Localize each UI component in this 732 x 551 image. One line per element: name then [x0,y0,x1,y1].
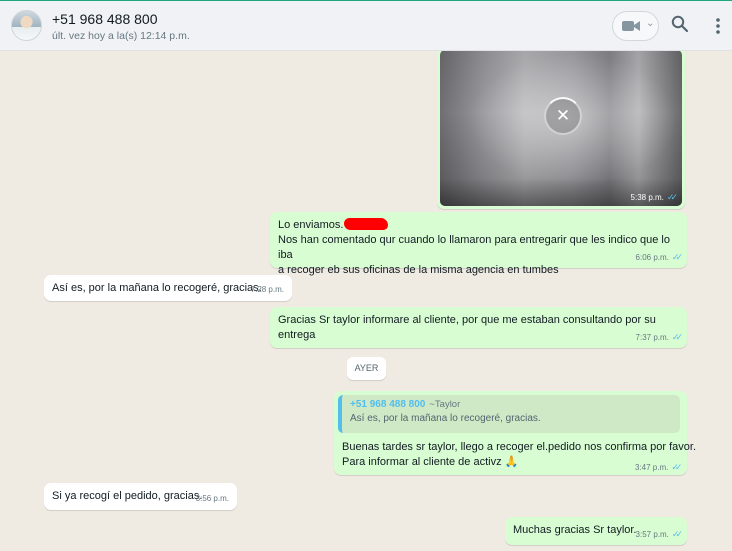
chat-header: +51 968 488 800 últ. vez hoy a la(s) 12:… [0,0,732,51]
read-receipt-icon: ✓✓ [671,252,683,262]
message-text: Buenas tardes sr taylor, llego a recoger… [342,441,697,453]
message-time: 5:38 p.m. ✓✓ [630,192,679,202]
message-text: Nos han comentado qur cuando lo llamaron… [278,234,670,261]
message-time: 6:06 p.m. ✓✓ [636,250,684,265]
cancel-download-button[interactable]: ✕ [544,97,582,135]
more-vertical-icon [716,18,720,34]
incoming-message[interactable]: Así es, por la mañana lo recogeré, graci… [44,275,292,301]
message-text: Muchas gracias Sr taylor. [513,524,637,536]
chevron-down-icon: ⌄ [646,18,655,29]
message-text: Lo enviamos. [278,218,679,233]
video-call-button[interactable]: ⌄ [612,11,659,41]
message-text: Si ya recogí el pedido, gracias. [52,490,203,502]
search-button[interactable] [671,15,691,35]
read-receipt-icon: ✓✓ [666,192,678,202]
incoming-message[interactable]: Si ya recogí el pedido, gracias. 3:56 p.… [44,483,237,510]
message-text: a recoger eb sus oficinas de la misma ag… [278,264,559,276]
contact-name[interactable]: +51 968 488 800 [52,11,158,27]
quote-alias: ~Taylor [429,399,461,410]
last-seen-status: últ. vez hoy a la(s) 12:14 p.m. [52,30,190,42]
message-text: Gracias Sr taylor informare al cliente, … [278,314,656,341]
read-receipt-icon: ✓✓ [671,332,683,342]
read-receipt-icon: ✓✓ [671,462,682,472]
outgoing-message[interactable]: Muchas gracias Sr taylor. 3:57 p.m. ✓✓ [505,517,687,545]
folded-hands-emoji: 🙏 [504,456,519,468]
message-time: 3:57 p.m. ✓✓ [636,527,684,542]
message-time: 3:56 p.m. [195,494,229,503]
quote-author: +51 968 488 800 [350,399,426,410]
date-divider: AYER [347,357,386,380]
search-icon [671,15,689,33]
image-message[interactable]: ✕ 5:38 p.m. ✓✓ [437,51,685,209]
outgoing-message[interactable]: Lo enviamos. Nos han comentado qur cuand… [270,212,687,276]
video-camera-icon [622,21,640,31]
redaction-mark [344,218,389,230]
menu-button[interactable] [710,14,726,38]
chat-panel[interactable]: ✕ 5:38 p.m. ✓✓ Lo enviamos. Nos han come… [0,51,732,551]
message-time: 3:47 p.m. ✓✓ [635,462,683,472]
message-text: Así es, por la mañana lo recogeré, graci… [52,282,262,294]
outgoing-message[interactable]: Gracias Sr taylor informare al cliente, … [270,307,687,348]
avatar[interactable] [11,10,42,41]
quote-text: Así es, por la mañana lo recogeré, graci… [350,413,541,424]
close-icon: ✕ [555,106,571,125]
quoted-message[interactable]: +51 968 488 800 ~Taylor Así es, por la ma… [338,395,680,433]
read-receipt-icon: ✓✓ [671,529,683,539]
message-time: 7:28 p.m. [250,285,284,294]
message-time: 7:37 p.m. ✓✓ [636,330,684,345]
blurred-image-preview: ✕ 5:38 p.m. ✓✓ [440,51,682,206]
